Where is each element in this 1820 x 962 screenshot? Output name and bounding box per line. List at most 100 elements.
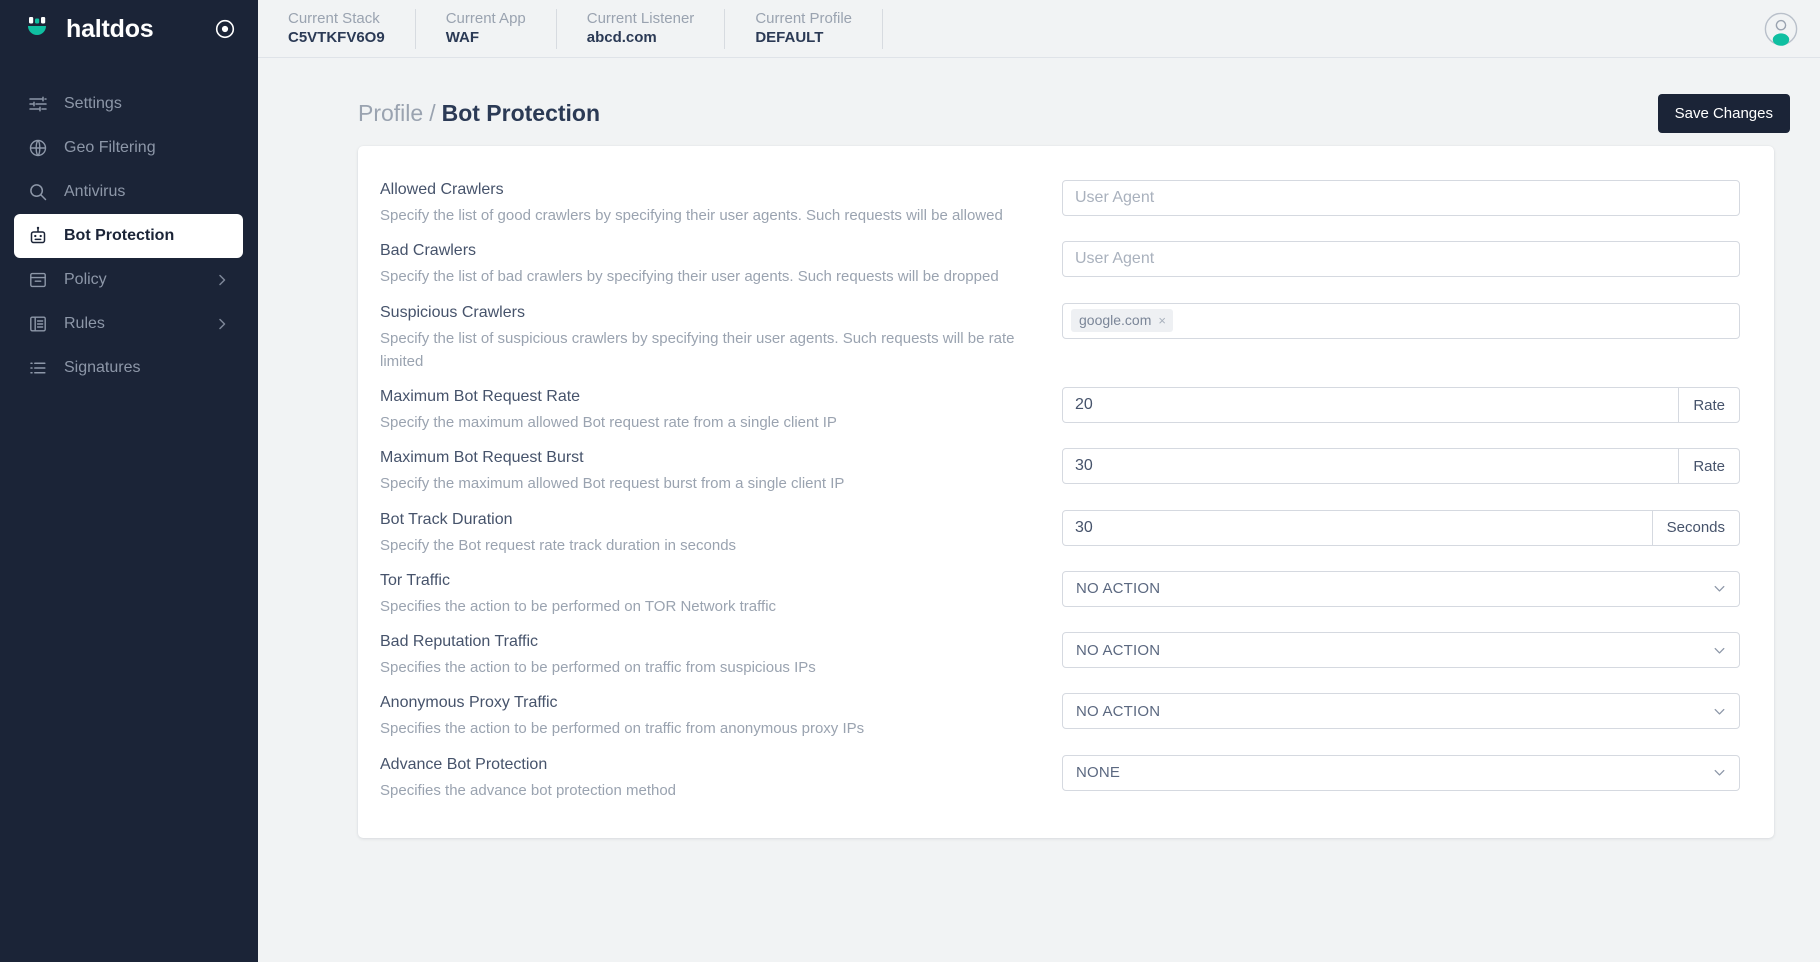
row-title: Advance Bot Protection [380,755,548,773]
row-label-block: Maximum Bot Request Rate Specify the max… [380,385,1062,434]
context-value: DEFAULT [755,29,824,46]
context-label: Current App [445,9,526,27]
row-control-block: User Agent [1062,239,1740,278]
sidebar: haltdos Settings Geo Filtering Antivirus… [0,0,258,962]
row-label-block: Suspicious Crawlers Specify the list of … [380,301,1062,374]
sidebar-item-settings[interactable]: Settings [14,82,243,126]
sidebar-item-label: Policy [64,271,107,288]
select-value: NO ACTION [1076,702,1161,720]
form-row-allowed-crawlers: Allowed Crawlers Specify the list of goo… [380,172,1740,233]
unit-label: Rate [1678,449,1739,484]
context-current-app: Current App WAF [416,8,557,49]
form-row-suspicious-crawlers: Suspicious Crawlers Specify the list of … [380,295,1740,380]
row-label-block: Anonymous Proxy Traffic Specifies the ac… [380,691,1062,740]
bot-track-duration-group: 30 Seconds [1062,509,1740,546]
haltdos-logo-icon [24,14,54,44]
unit-label: Seconds [1651,510,1739,545]
form-row-max-bot-request-burst: Maximum Bot Request Burst Specify the ma… [380,440,1740,501]
search-icon [28,182,48,202]
sidebar-item-label: Signatures [64,359,141,376]
sidebar-item-signatures[interactable]: Signatures [14,346,243,390]
select-value: NO ACTION [1076,580,1161,598]
sidebar-item-label: Settings [64,95,122,112]
context-current-listener: Current Listener abcd.com [557,8,726,49]
sliders-icon [28,94,48,114]
row-title: Tor Traffic [380,571,450,589]
archive-icon [28,270,48,290]
sidebar-item-antivirus[interactable]: Antivirus [14,170,243,214]
chevron-down-icon [1712,765,1727,780]
advance-bot-protection-select[interactable]: NONE [1062,754,1740,791]
tag-chip: google.com × [1071,309,1173,332]
remove-tag-icon[interactable]: × [1158,313,1166,328]
sidebar-item-label: Rules [64,315,105,332]
breadcrumb-parent[interactable]: Profile [358,100,423,126]
page-header: Profile / Bot Protection Save Changes [258,58,1798,134]
max-bot-request-rate-input[interactable]: 20 [1063,388,1678,422]
lines-icon [28,358,48,378]
tor-traffic-select[interactable]: NO ACTION [1062,570,1740,607]
row-title: Suspicious Crawlers [380,303,525,321]
row-label-block: Allowed Crawlers Specify the list of goo… [380,178,1062,227]
save-changes-button[interactable]: Save Changes [1657,93,1790,133]
suspicious-crawlers-input[interactable]: google.com × [1062,302,1740,339]
main-area: Current Stack C5VTKFV6O9 Current App WAF… [258,0,1820,962]
row-control-block: User Agent [1062,178,1740,216]
row-description: Specify the list of bad crawlers by spec… [380,268,999,286]
row-description: Specifies the action to be performed on … [380,659,816,676]
brand-name: haltdos [66,14,154,43]
chevron-right-icon [215,273,229,287]
row-description: Specifies the action to be performed on … [380,597,777,615]
avatar[interactable] [1764,12,1798,46]
context-value: abcd.com [586,29,657,46]
row-control-block: NONE [1062,753,1740,791]
sidebar-item-rules[interactable]: Rules [14,302,243,346]
select-value: NO ACTION [1076,641,1161,659]
robot-icon [28,226,48,246]
chevron-down-icon [1712,581,1727,596]
row-label-block: Bot Track Duration Specify the Bot reque… [380,508,1062,557]
allowed-crawlers-input[interactable]: User Agent [1062,180,1740,216]
context-group: Current Stack C5VTKFV6O9 Current App WAF… [258,0,884,58]
form-row-anonymous-proxy-traffic: Anonymous Proxy Traffic Specifies the ac… [380,685,1740,746]
bad-crawlers-input[interactable]: User Agent [1062,241,1740,278]
row-control-block: NO ACTION [1062,630,1740,668]
context-label: Current Profile [755,9,853,27]
row-control-block: 20 Rate [1062,385,1740,423]
anonymous-proxy-traffic-select[interactable]: NO ACTION [1062,693,1740,730]
content-area: Profile / Bot Protection Save Changes Allo… [258,58,1820,962]
row-control-block: 30 Seconds [1062,508,1740,546]
row-description: Specify the maximum allowed Bot request … [380,475,845,493]
row-description: Specify the Bot request rate track durat… [380,536,737,554]
bot-track-duration-input[interactable]: 30 [1063,511,1652,545]
max-bot-request-rate-group: 20 Rate [1062,387,1740,423]
form-row-advance-bot-protection: Advance Bot Protection Specifies the adv… [380,747,1740,808]
max-bot-request-burst-group: 30 Rate [1062,448,1740,485]
sidebar-nav: Settings Geo Filtering Antivirus Bot Pro… [0,82,258,390]
sidebar-item-policy[interactable]: Policy [14,258,243,302]
sidebar-item-geo-filtering[interactable]: Geo Filtering [14,126,243,170]
context-label: Current Stack [288,9,380,27]
form-row-bad-crawlers: Bad Crawlers Specify the list of bad cra… [380,233,1740,294]
chevron-down-icon [1712,704,1727,719]
row-label-block: Bad Reputation Traffic Specifies the act… [380,630,1062,679]
max-bot-request-burst-input[interactable]: 30 [1063,449,1678,483]
list-icon [28,314,48,334]
row-description: Specifies the advance bot protection met… [380,781,677,799]
bad-reputation-traffic-select[interactable]: NO ACTION [1062,632,1740,668]
row-title: Maximum Bot Request Burst [380,449,584,467]
row-description: Specify the list of suspicious crawlers … [380,329,1015,370]
breadcrumb: Profile / Bot Protection [358,100,600,126]
chevron-right-icon [215,317,229,331]
context-current-profile: Current Profile DEFAULT [725,8,884,49]
context-current-stack: Current Stack C5VTKFV6O9 [258,8,416,49]
sidebar-item-bot-protection[interactable]: Bot Protection [14,214,243,258]
target-icon[interactable] [214,18,236,40]
chevron-down-icon [1712,643,1727,658]
row-label-block: Bad Crawlers Specify the list of bad cra… [380,239,1062,288]
form-row-tor-traffic: Tor Traffic Specifies the action to be p… [380,563,1740,624]
globe-icon [28,138,48,158]
row-label-block: Maximum Bot Request Burst Specify the ma… [380,446,1062,495]
row-control-block: 30 Rate [1062,446,1740,485]
row-control-block: NO ACTION [1062,569,1740,607]
